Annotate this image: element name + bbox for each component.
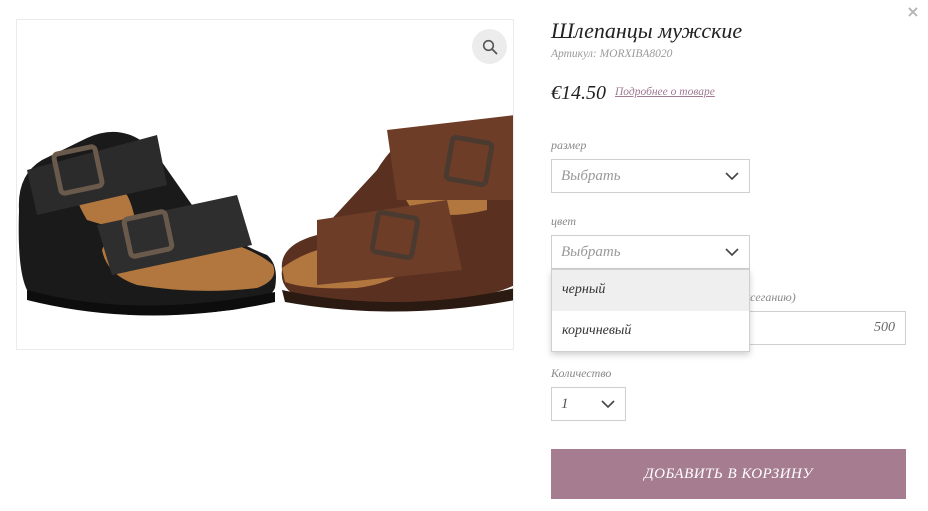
chevron-down-icon bbox=[725, 248, 739, 257]
color-dropdown-menu: черный коричневый bbox=[551, 269, 750, 352]
color-option-brown[interactable]: коричневый bbox=[552, 311, 749, 352]
product-title: Шлепанцы мужские bbox=[551, 18, 743, 43]
color-label: цвет bbox=[551, 214, 577, 228]
engraving-label: ксеганию) bbox=[745, 290, 796, 304]
size-label: размер bbox=[551, 138, 587, 152]
color-option-label: черный bbox=[562, 282, 606, 297]
product-details-link[interactable]: Подробнее о товаре bbox=[615, 86, 715, 98]
color-select[interactable]: Выбрать bbox=[551, 235, 750, 269]
quantity-select-value: 1 bbox=[561, 396, 569, 412]
chevron-down-icon bbox=[601, 400, 615, 409]
product-sku: Артикул: MORXIBA8020 bbox=[551, 48, 673, 60]
color-option-black[interactable]: черный bbox=[552, 270, 749, 311]
product-price: €14.50 bbox=[551, 82, 606, 104]
close-icon[interactable]: × bbox=[903, 2, 923, 22]
quantity-label: Количество bbox=[551, 366, 612, 380]
quantity-select[interactable]: 1 bbox=[551, 387, 626, 421]
zoom-button[interactable] bbox=[472, 29, 507, 64]
color-option-label: коричневый bbox=[562, 323, 632, 338]
search-icon bbox=[482, 39, 497, 54]
chevron-down-icon bbox=[725, 172, 739, 181]
size-select[interactable]: Выбрать bbox=[551, 159, 750, 193]
size-select-value: Выбрать bbox=[561, 168, 621, 184]
engraving-input-value: 500 bbox=[874, 320, 895, 335]
product-image-frame bbox=[16, 19, 514, 350]
color-select-value: Выбрать bbox=[561, 244, 621, 260]
product-image bbox=[18, 115, 513, 316]
engraving-input[interactable]: 500 bbox=[740, 311, 906, 345]
add-to-cart-button[interactable]: ДОБАВИТЬ В КОРЗИНУ bbox=[551, 449, 906, 499]
